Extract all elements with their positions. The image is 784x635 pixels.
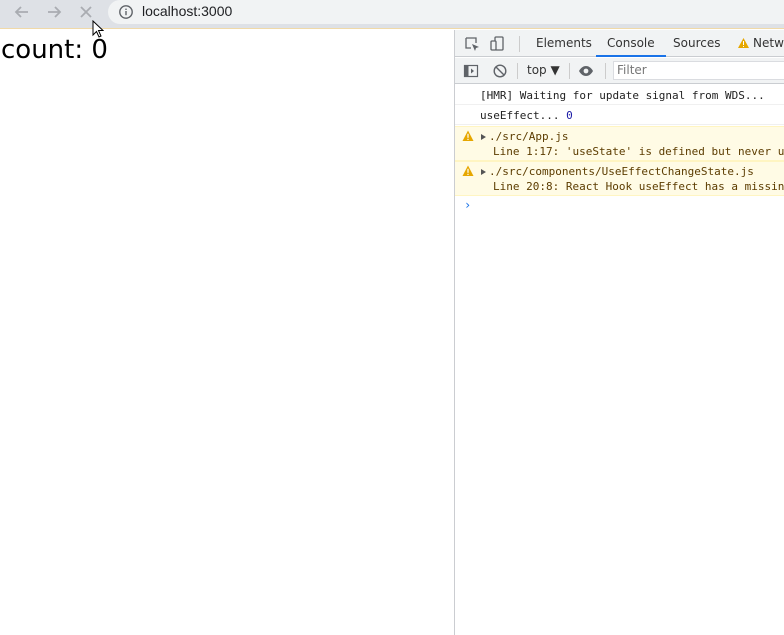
warning-detail: Line 20:8: React Hook useEffect has a mi…	[493, 180, 784, 193]
back-arrow-icon	[14, 6, 28, 18]
warning-detail: Line 1:17: 'useState' is defined but nev…	[493, 145, 784, 158]
tab-elements[interactable]: Elements	[536, 30, 592, 57]
tab-network[interactable]: Netwo	[753, 30, 784, 57]
warning-file[interactable]: ./src/components/UseEffectChangeState.js	[489, 165, 754, 178]
url-text: localhost:3000	[142, 3, 233, 19]
clear-console-icon[interactable]	[492, 63, 508, 79]
context-selector[interactable]: top ▼	[527, 63, 560, 77]
warning-file[interactable]: ./src/App.js	[489, 130, 568, 143]
device-toolbar-icon[interactable]	[489, 35, 507, 53]
tab-console[interactable]: Console	[596, 30, 666, 57]
inspect-element-icon[interactable]	[463, 35, 481, 53]
sidebar-toggle-icon[interactable]	[463, 63, 479, 79]
warning-icon	[462, 130, 474, 141]
expand-triangle-icon[interactable]	[481, 134, 486, 140]
toolbar-divider	[605, 63, 606, 79]
console-message: [HMR] Waiting for update signal from WDS…	[455, 85, 784, 105]
message-text: useEffect...	[480, 109, 560, 122]
console-prompt[interactable]: ›	[464, 198, 471, 212]
back-button[interactable]	[10, 1, 34, 23]
forward-button[interactable]	[42, 1, 66, 23]
info-icon[interactable]	[118, 4, 134, 20]
devtools-tabbar: Elements Console Sources Netwo	[455, 30, 784, 57]
toolbar-divider	[517, 63, 518, 79]
warning-icon	[738, 38, 749, 48]
warning-icon	[462, 165, 474, 176]
mouse-cursor-icon	[92, 20, 104, 38]
message-value: 0	[566, 109, 573, 122]
toolbar-divider	[569, 63, 570, 79]
message-text: [HMR] Waiting for update signal from WDS…	[480, 89, 765, 102]
console-toolbar: top ▼ Filter	[455, 58, 784, 84]
console-message: useEffect... 0	[455, 105, 784, 125]
live-expression-eye-icon[interactable]	[578, 63, 594, 79]
toolbar-divider	[519, 36, 520, 52]
browser-toolbar: localhost:3000	[0, 0, 784, 29]
expand-triangle-icon[interactable]	[481, 169, 486, 175]
stop-icon	[80, 6, 92, 18]
tab-sources[interactable]: Sources	[673, 30, 720, 57]
devtools-panel: Elements Console Sources Netwo top ▼ Fil…	[454, 30, 784, 635]
console-warning[interactable]: ./src/App.js Line 1:17: 'useState' is de…	[455, 126, 784, 161]
console-warning[interactable]: ./src/components/UseEffectChangeState.js…	[455, 161, 784, 196]
page-viewport: count: 0	[0, 20, 454, 635]
filter-input[interactable]: Filter	[613, 61, 784, 80]
address-bar[interactable]: localhost:3000	[108, 0, 784, 24]
forward-arrow-icon	[48, 6, 62, 18]
